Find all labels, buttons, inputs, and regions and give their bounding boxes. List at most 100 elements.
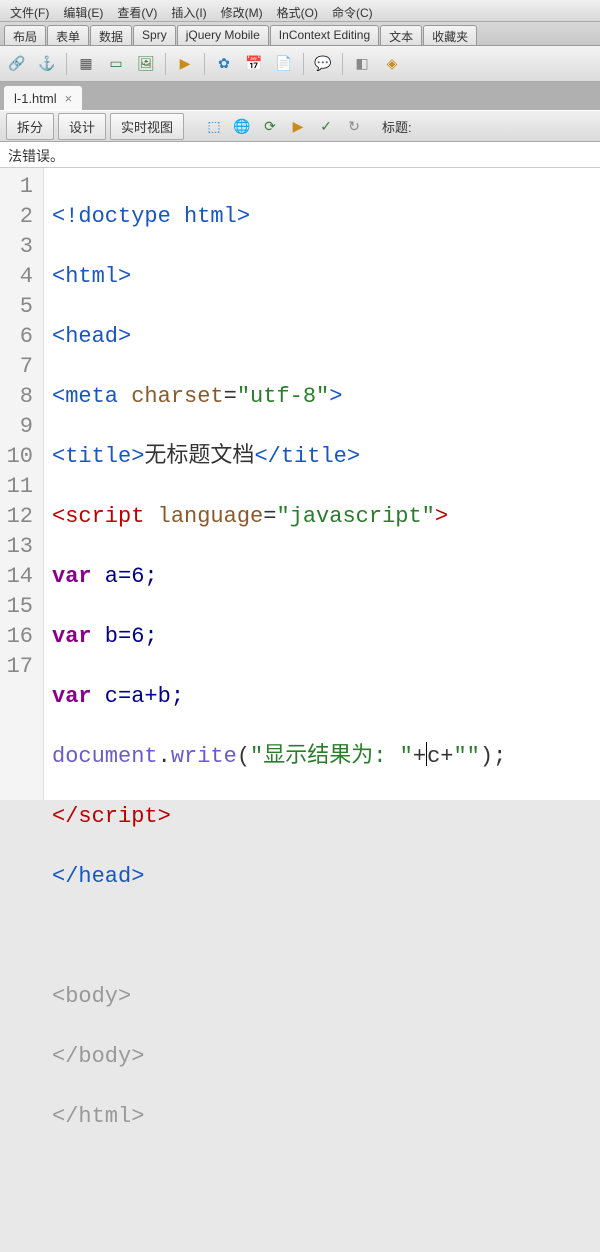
- line-num: 5: [6, 292, 33, 322]
- line-num: 12: [6, 502, 33, 532]
- menu-edit[interactable]: 编辑(E): [57, 2, 109, 19]
- code-token: c+: [427, 744, 453, 769]
- line-num: 15: [6, 592, 33, 622]
- browser-preview-icon[interactable]: 🌐: [230, 115, 254, 137]
- menu-view[interactable]: 查看(V): [111, 2, 163, 19]
- code-token: <meta: [52, 384, 131, 409]
- code-token: );: [480, 744, 506, 769]
- file-tab-name: l-1.html: [14, 91, 57, 106]
- line-num: 16: [6, 622, 33, 652]
- code-token: c=a+b;: [92, 684, 184, 709]
- anchor-icon[interactable]: ⚓: [36, 53, 58, 75]
- insert-panel-tabs: 布局 表单 数据 Spry jQuery Mobile InContext Ed…: [0, 22, 600, 46]
- reload-icon[interactable]: ↻: [342, 115, 366, 137]
- line-num: 11: [6, 472, 33, 502]
- error-bar: 法错误。: [0, 142, 600, 168]
- script-icon[interactable]: ◈: [381, 53, 403, 75]
- menu-modify[interactable]: 修改(M): [215, 2, 269, 19]
- code-token: a=6;: [92, 564, 158, 589]
- div-icon[interactable]: ▭: [105, 53, 127, 75]
- file-tab-active[interactable]: l-1.html ×: [4, 86, 82, 110]
- code-token: <script: [52, 504, 158, 529]
- code-token: var: [52, 624, 92, 649]
- line-num: 9: [6, 412, 33, 442]
- code-token: charset: [131, 384, 223, 409]
- tab-favorites[interactable]: 收藏夹: [423, 25, 477, 45]
- separator: [303, 53, 304, 75]
- line-num: 1: [6, 172, 33, 202]
- code-token: "javascript": [276, 504, 434, 529]
- code-token: var: [52, 684, 92, 709]
- title-label: 标题:: [382, 117, 412, 136]
- file-tab-bar: l-1.html ×: [0, 82, 600, 110]
- code-token: b=6;: [92, 624, 158, 649]
- tab-layout[interactable]: 布局: [4, 25, 46, 45]
- refresh-icon[interactable]: ⟳: [258, 115, 282, 137]
- date-icon[interactable]: 📅: [243, 53, 265, 75]
- line-num: 2: [6, 202, 33, 232]
- separator: [165, 53, 166, 75]
- check-icon[interactable]: ✓: [314, 115, 338, 137]
- server-icon[interactable]: 📄: [273, 53, 295, 75]
- line-num: 7: [6, 352, 33, 382]
- code-token: +: [413, 744, 426, 769]
- separator: [342, 53, 343, 75]
- code-token: </head>: [52, 864, 144, 889]
- code-token: =: [263, 504, 276, 529]
- code-token: </html>: [52, 1104, 144, 1129]
- line-num: 4: [6, 262, 33, 292]
- code-token: var: [52, 564, 92, 589]
- live-view-button[interactable]: 实时视图: [110, 113, 184, 140]
- design-view-button[interactable]: 设计: [58, 113, 106, 140]
- head-icon[interactable]: ◧: [351, 53, 373, 75]
- menu-file[interactable]: 文件(F): [4, 2, 55, 19]
- code-token: (: [237, 744, 250, 769]
- validate-icon[interactable]: ▶: [286, 115, 310, 137]
- line-num: 3: [6, 232, 33, 262]
- split-view-button[interactable]: 拆分: [6, 113, 54, 140]
- line-num: 17: [6, 652, 33, 682]
- insert-toolbar: 🔗 ⚓ ▦ ▭ 🖼 ▶ ✿ 📅 📄 💬 ◧ ◈: [0, 46, 600, 82]
- file-management-icon[interactable]: ⬚: [202, 115, 226, 137]
- media-icon[interactable]: ▶: [174, 53, 196, 75]
- code-token: "显示结果为: ": [250, 744, 413, 769]
- tab-incontext[interactable]: InContext Editing: [270, 25, 379, 45]
- code-token: <!doctype html>: [52, 204, 250, 229]
- error-text: 法错误。: [8, 148, 64, 164]
- code-token: </title>: [254, 444, 360, 469]
- menu-insert[interactable]: 插入(I): [165, 2, 212, 19]
- tab-forms[interactable]: 表单: [47, 25, 89, 45]
- menu-format[interactable]: 格式(O): [271, 2, 324, 19]
- line-num: 6: [6, 322, 33, 352]
- code-token: <head>: [52, 324, 131, 349]
- image-icon[interactable]: 🖼: [135, 53, 157, 75]
- menu-commands[interactable]: 命令(C): [326, 2, 379, 19]
- code-editor[interactable]: 1 2 3 4 5 6 7 8 9 10 11 12 13 14 15 16 1…: [0, 168, 600, 800]
- close-icon[interactable]: ×: [65, 91, 73, 106]
- code-token: <body>: [52, 984, 131, 1009]
- widget-icon[interactable]: ✿: [213, 53, 235, 75]
- code-token: write: [171, 744, 237, 769]
- tab-text[interactable]: 文本: [380, 25, 422, 45]
- code-token: </body>: [52, 1044, 144, 1069]
- text-cursor: [426, 742, 427, 766]
- tab-spry[interactable]: Spry: [133, 25, 176, 45]
- tab-data[interactable]: 数据: [90, 25, 132, 45]
- table-icon[interactable]: ▦: [75, 53, 97, 75]
- comment-icon[interactable]: 💬: [312, 53, 334, 75]
- line-num: 8: [6, 382, 33, 412]
- code-area[interactable]: <!doctype html> <html> <head> <meta char…: [44, 168, 600, 800]
- line-gutter: 1 2 3 4 5 6 7 8 9 10 11 12 13 14 15 16 1…: [0, 168, 44, 800]
- code-token: language: [158, 504, 264, 529]
- line-num: 10: [6, 442, 33, 472]
- code-token: <title>: [52, 444, 144, 469]
- code-token: "": [453, 744, 479, 769]
- code-token: .: [158, 744, 171, 769]
- tab-jquery-mobile[interactable]: jQuery Mobile: [177, 25, 269, 45]
- code-token: >: [435, 504, 448, 529]
- code-token: ipt>: [118, 804, 171, 829]
- line-num: 13: [6, 532, 33, 562]
- link-icon[interactable]: 🔗: [6, 53, 28, 75]
- document-toolbar: 拆分 设计 实时视图 ⬚ 🌐 ⟳ ▶ ✓ ↻ 标题:: [0, 110, 600, 142]
- separator: [66, 53, 67, 75]
